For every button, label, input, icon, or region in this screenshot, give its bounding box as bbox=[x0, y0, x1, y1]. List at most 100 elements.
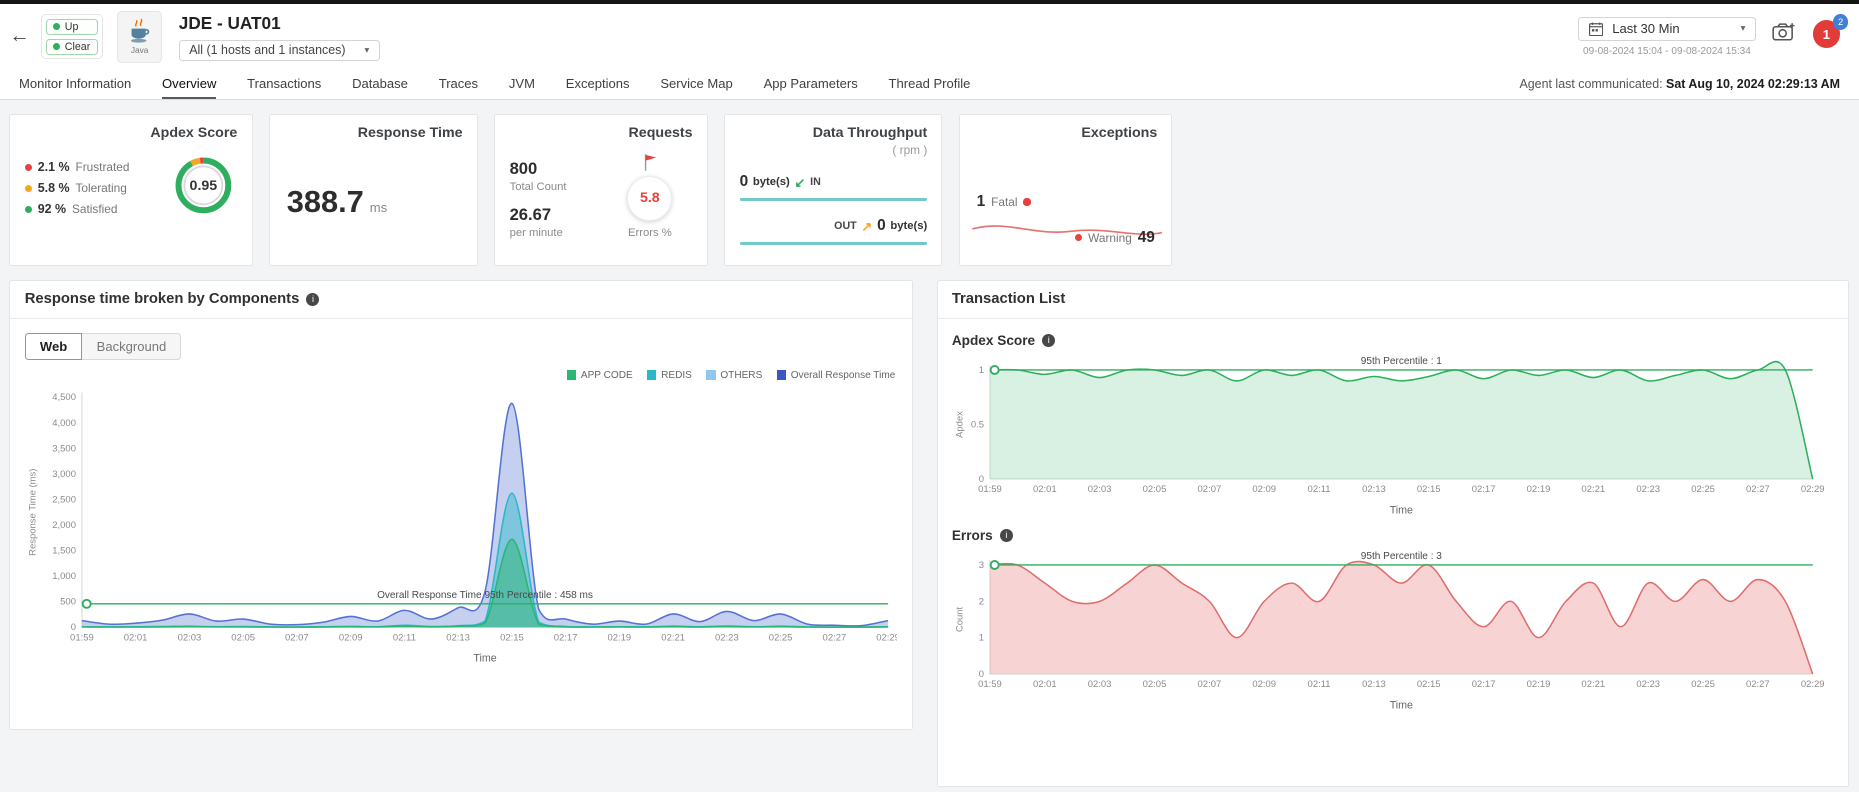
svg-text:95th Percentile : 3: 95th Percentile : 3 bbox=[1361, 551, 1443, 562]
tab-thread-profile[interactable]: Thread Profile bbox=[889, 70, 971, 99]
header-actions: Last 30 Min ▾ 09-08-2024 15:04 - 09-08-2… bbox=[1578, 17, 1840, 57]
svg-text:Time: Time bbox=[1390, 504, 1413, 516]
response-components-panel-title: Response time broken by Components bbox=[25, 291, 300, 307]
warning-dot-icon bbox=[1075, 234, 1082, 241]
throughput-card-title: Data Throughput bbox=[740, 125, 928, 141]
errors-percent-badge: 5.8 bbox=[627, 176, 672, 221]
apdex-legend: 2.1 % Frustrated 5.8 % Tolerating 92 % S… bbox=[25, 153, 169, 223]
agent-last-communicated-label: Agent last communicated: bbox=[1519, 77, 1662, 91]
time-range-dropdown[interactable]: Last 30 Min ▾ bbox=[1578, 17, 1756, 41]
svg-text:02:03: 02:03 bbox=[1088, 679, 1112, 690]
tab-service-map[interactable]: Service Map bbox=[660, 70, 732, 99]
svg-text:02:09: 02:09 bbox=[1252, 679, 1276, 690]
throughput-in-label: IN bbox=[810, 176, 821, 188]
svg-text:02:15: 02:15 bbox=[1417, 484, 1441, 495]
svg-text:02:29: 02:29 bbox=[1801, 484, 1825, 495]
hosts-instances-dropdown[interactable]: All (1 hosts and 1 instances) ▾ bbox=[179, 40, 380, 61]
info-icon[interactable]: i bbox=[306, 293, 319, 306]
toggle-background[interactable]: Background bbox=[82, 333, 181, 359]
fatal-count: 1 bbox=[977, 193, 986, 211]
svg-text:02:19: 02:19 bbox=[607, 633, 631, 644]
tab-overview[interactable]: Overview bbox=[162, 70, 216, 99]
info-icon[interactable]: i bbox=[1000, 529, 1013, 542]
legend-item[interactable]: Overall Response Time bbox=[777, 369, 896, 381]
svg-text:02:17: 02:17 bbox=[1472, 484, 1496, 495]
svg-text:02:17: 02:17 bbox=[553, 633, 577, 644]
requests-total: 800 bbox=[510, 159, 538, 178]
summary-cards: Apdex Score 2.1 % Frustrated 5.8 % Toler… bbox=[0, 100, 1859, 275]
time-range-value: Last 30 Min bbox=[1612, 21, 1731, 36]
response-time-card-title: Response Time bbox=[284, 125, 462, 141]
errors-percent-value: 5.8 bbox=[640, 190, 660, 206]
tab-transactions[interactable]: Transactions bbox=[247, 70, 321, 99]
svg-text:02:17: 02:17 bbox=[1472, 679, 1496, 690]
frustrated-label: Frustrated bbox=[75, 160, 129, 174]
svg-text:1,000: 1,000 bbox=[52, 572, 76, 583]
camera-icon bbox=[1772, 22, 1796, 41]
svg-text:4,500: 4,500 bbox=[52, 393, 76, 404]
tab-traces[interactable]: Traces bbox=[439, 70, 478, 99]
info-icon[interactable]: i bbox=[1042, 334, 1055, 347]
requests-errors-block: 5.8 Errors % bbox=[607, 153, 692, 249]
agent-last-communicated: Agent last communicated: Sat Aug 10, 202… bbox=[1519, 77, 1840, 91]
svg-text:02:27: 02:27 bbox=[1746, 484, 1770, 495]
alarms-icon[interactable]: 1 2 bbox=[1813, 20, 1840, 47]
svg-text:02:23: 02:23 bbox=[715, 633, 739, 644]
tab-monitor-information[interactable]: Monitor Information bbox=[19, 70, 131, 99]
back-button[interactable]: ← bbox=[9, 25, 29, 48]
title-block: JDE - UAT01 All (1 hosts and 1 instances… bbox=[179, 13, 380, 61]
svg-text:02:11: 02:11 bbox=[1307, 679, 1330, 690]
errors-trend-title-row: Errors i bbox=[952, 528, 1834, 543]
svg-text:2,000: 2,000 bbox=[52, 520, 76, 531]
response-components-panel: Response time broken by Components i Web… bbox=[9, 280, 912, 731]
response-time-value-block: 388.7ms bbox=[284, 184, 462, 220]
svg-text:02:13: 02:13 bbox=[1362, 484, 1386, 495]
legend-item[interactable]: OTHERS bbox=[706, 369, 762, 381]
monitor-type-label: Java bbox=[131, 45, 149, 55]
tab-bar: Monitor Information Overview Transaction… bbox=[0, 70, 1859, 100]
svg-text:1,500: 1,500 bbox=[52, 546, 76, 557]
legend-item[interactable]: APP CODE bbox=[567, 369, 633, 381]
svg-text:01:59: 01:59 bbox=[70, 633, 94, 644]
frustrated-dot-icon bbox=[25, 164, 32, 171]
toggle-web[interactable]: Web bbox=[25, 333, 83, 359]
transaction-list-title-row: Transaction List bbox=[938, 281, 1849, 319]
apdex-tolerating-row: 5.8 % Tolerating bbox=[25, 181, 169, 195]
apdex-trend-chart: 00.5101:5902:0102:0302:0502:0702:0902:11… bbox=[952, 351, 1832, 517]
status-clear-dot-icon bbox=[53, 43, 60, 50]
throughput-in-value: 0 bbox=[740, 173, 749, 191]
apdex-trend-title: Apdex Score bbox=[952, 333, 1035, 348]
dashboard-panels: Response time broken by Components i Web… bbox=[0, 275, 1859, 792]
response-time-card: Response Time 388.7ms bbox=[269, 114, 478, 266]
svg-text:3,000: 3,000 bbox=[52, 469, 76, 480]
svg-text:02:27: 02:27 bbox=[1746, 679, 1770, 690]
svg-text:02:19: 02:19 bbox=[1526, 484, 1550, 495]
svg-text:95th Percentile : 1: 95th Percentile : 1 bbox=[1361, 356, 1443, 367]
svg-text:3,500: 3,500 bbox=[52, 444, 76, 455]
svg-text:02:09: 02:09 bbox=[339, 633, 363, 644]
tab-jvm[interactable]: JVM bbox=[509, 70, 535, 99]
tab-exceptions[interactable]: Exceptions bbox=[566, 70, 630, 99]
screenshot-button[interactable] bbox=[1772, 22, 1796, 46]
tab-database[interactable]: Database bbox=[352, 70, 408, 99]
svg-text:02:15: 02:15 bbox=[500, 633, 524, 644]
alarms-badge: 2 bbox=[1833, 14, 1848, 29]
svg-text:02:13: 02:13 bbox=[1362, 679, 1386, 690]
errors-percent-label: Errors % bbox=[628, 227, 672, 239]
satisfied-label: Satisfied bbox=[72, 202, 117, 216]
svg-text:02:01: 02:01 bbox=[1033, 484, 1057, 495]
svg-text:Overall Response Time 95th Per: Overall Response Time 95th Percentile : … bbox=[377, 590, 593, 601]
svg-text:02:05: 02:05 bbox=[1142, 484, 1166, 495]
out-arrow-icon: ↗ bbox=[861, 220, 872, 233]
svg-text:Time: Time bbox=[1390, 699, 1413, 711]
legend-item[interactable]: REDIS bbox=[647, 369, 692, 381]
svg-text:02:19: 02:19 bbox=[1526, 679, 1550, 690]
tab-app-parameters[interactable]: App Parameters bbox=[764, 70, 858, 99]
svg-text:02:25: 02:25 bbox=[1691, 679, 1715, 690]
agent-last-communicated-time: Sat Aug 10, 2024 02:29:13 AM bbox=[1666, 77, 1840, 91]
frustrated-value: 2.1 % bbox=[38, 160, 70, 174]
apdex-trend-title-row: Apdex Score i bbox=[952, 333, 1834, 348]
apdex-gauge: 0.95 bbox=[169, 151, 238, 226]
warning-exceptions-row: Warning 49 bbox=[1075, 229, 1155, 247]
throughput-in-sparkline bbox=[740, 198, 928, 200]
